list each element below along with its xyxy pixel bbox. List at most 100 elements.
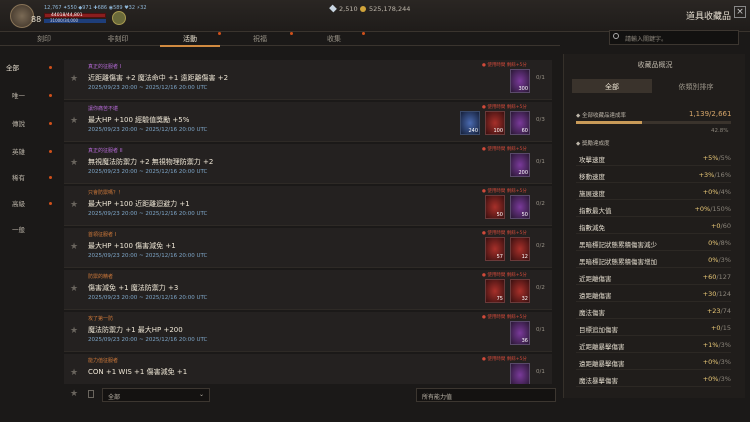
- notification-dot: [49, 66, 52, 69]
- collection-summary-panel: 收藏品概況 全部 依類別排序 ◆ 全部收藏品達成率 1,139/2,661 42…: [563, 54, 745, 398]
- list-item[interactable]: ★ 真正的征服者 II 無視魔法防禦力 +2 無視物理防禦力 +2 2025/0…: [64, 144, 552, 184]
- item-effect: 傷害減免 +1 魔法防禦力 +3: [88, 284, 179, 292]
- material-slot[interactable]: 100: [485, 111, 505, 135]
- window-title: 道具收藏品: [686, 12, 732, 22]
- material-slot[interactable]: 50: [485, 195, 505, 219]
- material-slot[interactable]: 240: [460, 111, 480, 135]
- material-slot[interactable]: [510, 363, 530, 384]
- stat-max: /60: [720, 222, 731, 230]
- star-icon[interactable]: ★: [70, 284, 78, 294]
- list-item[interactable]: ★ 首領征服者 I 最大HP +100 傷害減免 +1 2025/09/23 2…: [64, 228, 552, 268]
- category-label: 全部: [6, 64, 19, 72]
- category-rare[interactable]: 稀有: [12, 172, 25, 182]
- stat-row: 魔法暴擊傷害 +0%/3%: [576, 371, 731, 387]
- star-icon[interactable]: ★: [70, 242, 78, 252]
- stat-name: 指數最大值: [579, 207, 612, 215]
- collection-list: ★ 真正的征服者 I 近距離傷害 +2 魔法命中 +1 遠距離傷害 +2 202…: [64, 54, 558, 384]
- tab-engraved[interactable]: 刻印: [14, 34, 74, 44]
- list-item[interactable]: ★ 攻了第一防 魔法防禦力 +1 最大HP +200 2025/09/23 20…: [64, 312, 552, 352]
- stats-label: ◆ 獎勵達成度: [576, 141, 610, 147]
- item-count: 0/2: [536, 243, 545, 249]
- summary-tab-by-category[interactable]: 依類別排序: [656, 79, 736, 93]
- star-filter-icon[interactable]: ★: [70, 389, 78, 399]
- material-slot[interactable]: 12: [510, 237, 530, 261]
- stat-row: 黑暗標記狀態累積傷害減少 0%/8%: [576, 235, 731, 251]
- close-button[interactable]: ×: [734, 6, 746, 18]
- stat-filter-value: 所有能力值: [422, 394, 453, 401]
- stat-row: 遠距離暴擊傷害 +0%/3%: [576, 354, 731, 370]
- stat-name: 黑暗標記狀態累積傷害減少: [579, 241, 657, 249]
- stat-max: /124: [716, 290, 731, 298]
- star-icon[interactable]: ★: [70, 74, 78, 84]
- material-qty: 240: [468, 128, 478, 134]
- stat-value: +30/124: [703, 290, 731, 298]
- chevron-down-icon: ⌄: [198, 391, 204, 398]
- list-item[interactable]: ★ 防禦的精者 傷害減免 +1 魔法防禦力 +3 2025/09/23 20:0…: [64, 270, 552, 310]
- tab-event[interactable]: 活動: [160, 34, 220, 47]
- item-limit: ● 使用時間 剩餘+5分: [482, 189, 527, 194]
- material-slot[interactable]: 300: [510, 69, 530, 93]
- star-icon[interactable]: ★: [70, 116, 78, 126]
- rate-label: ◆ 全部收藏品達成率: [576, 113, 626, 119]
- item-date: 2025/09/23 20:00 ~ 2025/12/16 20:00 UTC: [88, 85, 208, 91]
- category-label: 傳說: [12, 120, 25, 128]
- material-slot[interactable]: 36: [510, 321, 530, 345]
- material-slot[interactable]: 200: [510, 153, 530, 177]
- stat-value: +0%/3%: [703, 375, 731, 383]
- material-qty: 50: [521, 212, 528, 218]
- top-bar: 88 12,767 ✦550 ◆971 ✚686 ◉589 ♥32 ⚡32 44…: [0, 0, 750, 32]
- category-legendary[interactable]: 傳說: [12, 118, 25, 128]
- material-slot[interactable]: 50: [510, 195, 530, 219]
- item-count: 0/2: [536, 201, 545, 207]
- stat-name: 近距離暴擊傷害: [579, 343, 625, 351]
- material-qty: 50: [496, 212, 503, 218]
- material-slot[interactable]: 57: [485, 237, 505, 261]
- stat-max: /15: [720, 324, 731, 332]
- stat-current: +0%: [694, 205, 711, 213]
- material-slot[interactable]: 60: [510, 111, 530, 135]
- tab-collect[interactable]: 收集: [304, 34, 364, 44]
- stat-filter-select[interactable]: 所有能力值: [416, 388, 556, 402]
- item-date: 2025/09/23 20:00 ~ 2025/12/16 20:00 UTC: [88, 295, 208, 301]
- gem-amount: 2,510: [339, 5, 358, 13]
- tab-blessing[interactable]: 祝福: [230, 34, 290, 44]
- category-all[interactable]: 全部: [6, 62, 19, 72]
- material-qty: 12: [521, 254, 528, 260]
- star-icon[interactable]: ★: [70, 326, 78, 336]
- material-slot[interactable]: 32: [510, 279, 530, 303]
- tab-underline: [160, 45, 220, 47]
- category-normal[interactable]: 一般: [12, 224, 25, 234]
- star-icon[interactable]: ★: [70, 158, 78, 168]
- grade-filter-select[interactable]: 全部 ⌄: [102, 388, 210, 402]
- category-advanced[interactable]: 高級: [12, 198, 25, 208]
- star-icon[interactable]: ★: [70, 200, 78, 210]
- lock-icon[interactable]: [88, 390, 94, 398]
- stat-value: +23/74: [707, 307, 731, 315]
- list-item[interactable]: ★ 只會防禦嗎？！ 最大HP +100 近距離迴避力 +1 2025/09/23…: [64, 186, 552, 226]
- stat-max: /127: [716, 273, 731, 281]
- category-unique[interactable]: 唯一: [12, 90, 25, 100]
- stat-current: +5%: [702, 154, 719, 162]
- summary-tab-all[interactable]: 全部: [572, 79, 652, 93]
- list-item[interactable]: ★ 讓你痛苦不堪 最大HP +100 經驗值獎勵 +5% 2025/09/23 …: [64, 102, 552, 142]
- list-item[interactable]: ★ 能力值征服者 CON +1 WIS +1 傷害減免 +1 ● 使用時間 剩餘…: [64, 354, 552, 384]
- gem-currency: 2,510: [329, 4, 358, 13]
- stat-name: 施展速度: [579, 190, 605, 198]
- stat-current: +0%: [702, 188, 719, 196]
- search-icon: [613, 33, 619, 39]
- item-tag: 首領征服者 I: [88, 232, 117, 238]
- search-input[interactable]: 請輸入關鍵字。: [609, 30, 739, 45]
- stat-max: /8%: [718, 239, 731, 247]
- item-tag: 能力值征服者: [88, 358, 119, 364]
- tab-non-engraved[interactable]: 非刻印: [88, 34, 148, 44]
- stat-name: 魔法暴擊傷害: [579, 377, 618, 385]
- list-item[interactable]: ★ 真正的征服者 I 近距離傷害 +2 魔法命中 +1 遠距離傷害 +2 202…: [64, 60, 552, 100]
- star-icon[interactable]: ★: [70, 368, 78, 378]
- category-hero[interactable]: 英雄: [12, 146, 25, 156]
- stat-name: 目標追加傷害: [579, 326, 618, 334]
- summary-header: 收藏品概況: [637, 61, 673, 69]
- item-date: 2025/09/23 20:00 ~ 2025/12/16 20:00 UTC: [88, 253, 208, 259]
- stat-row: 魔法傷害 +23/74: [576, 303, 731, 319]
- material-slot[interactable]: 75: [485, 279, 505, 303]
- buff-icon[interactable]: [112, 11, 126, 25]
